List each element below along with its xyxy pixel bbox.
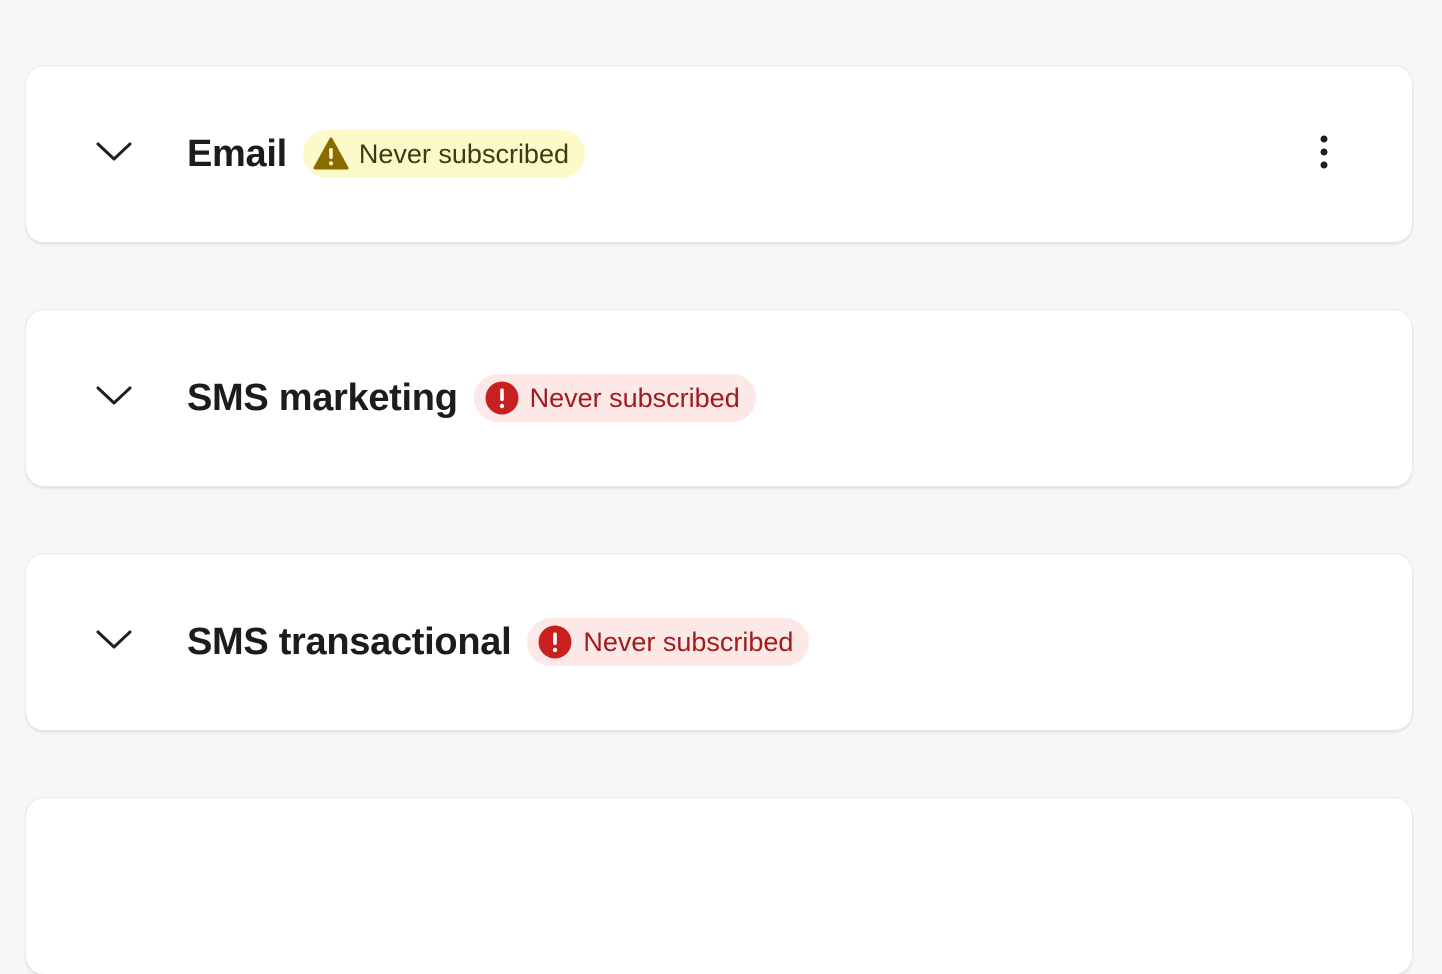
alert-circle-icon [537, 624, 573, 660]
channel-title: SMS marketing [187, 376, 458, 419]
chevron-down-icon [96, 629, 132, 656]
warning-triangle-icon [313, 136, 349, 172]
chevron-down-icon [96, 385, 132, 412]
status-badge-label: Never subscribed [529, 382, 740, 413]
title-row-sms-transactional: SMS transactional Never subscribed [187, 618, 810, 666]
title-row-email: Email Never subscribed [187, 130, 585, 178]
chevron-down-icon [96, 141, 132, 168]
more-actions-button[interactable] [1306, 135, 1342, 174]
expand-button-email[interactable] [96, 138, 132, 170]
subscription-card-sms-marketing: SMS marketing Never subscribed [26, 310, 1412, 486]
title-row-sms-marketing: SMS marketing Never subscribed [187, 374, 756, 422]
subscription-card-partial [26, 798, 1412, 974]
status-badge: Never subscribed [527, 618, 810, 666]
status-badge-label: Never subscribed [358, 138, 569, 169]
more-vertical-icon [1319, 135, 1329, 174]
channel-title: Email [187, 132, 287, 175]
subscription-card-email: Email Never subscribed [26, 66, 1412, 242]
expand-button-sms-marketing[interactable] [96, 382, 132, 414]
alert-circle-icon [484, 380, 520, 416]
status-badge: Never subscribed [473, 374, 756, 422]
channel-title: SMS transactional [187, 620, 512, 663]
expand-button-sms-transactional[interactable] [96, 626, 132, 658]
status-badge-label: Never subscribed [583, 626, 794, 657]
status-badge: Never subscribed [302, 130, 585, 178]
subscription-card-sms-transactional: SMS transactional Never subscribed [26, 554, 1412, 730]
